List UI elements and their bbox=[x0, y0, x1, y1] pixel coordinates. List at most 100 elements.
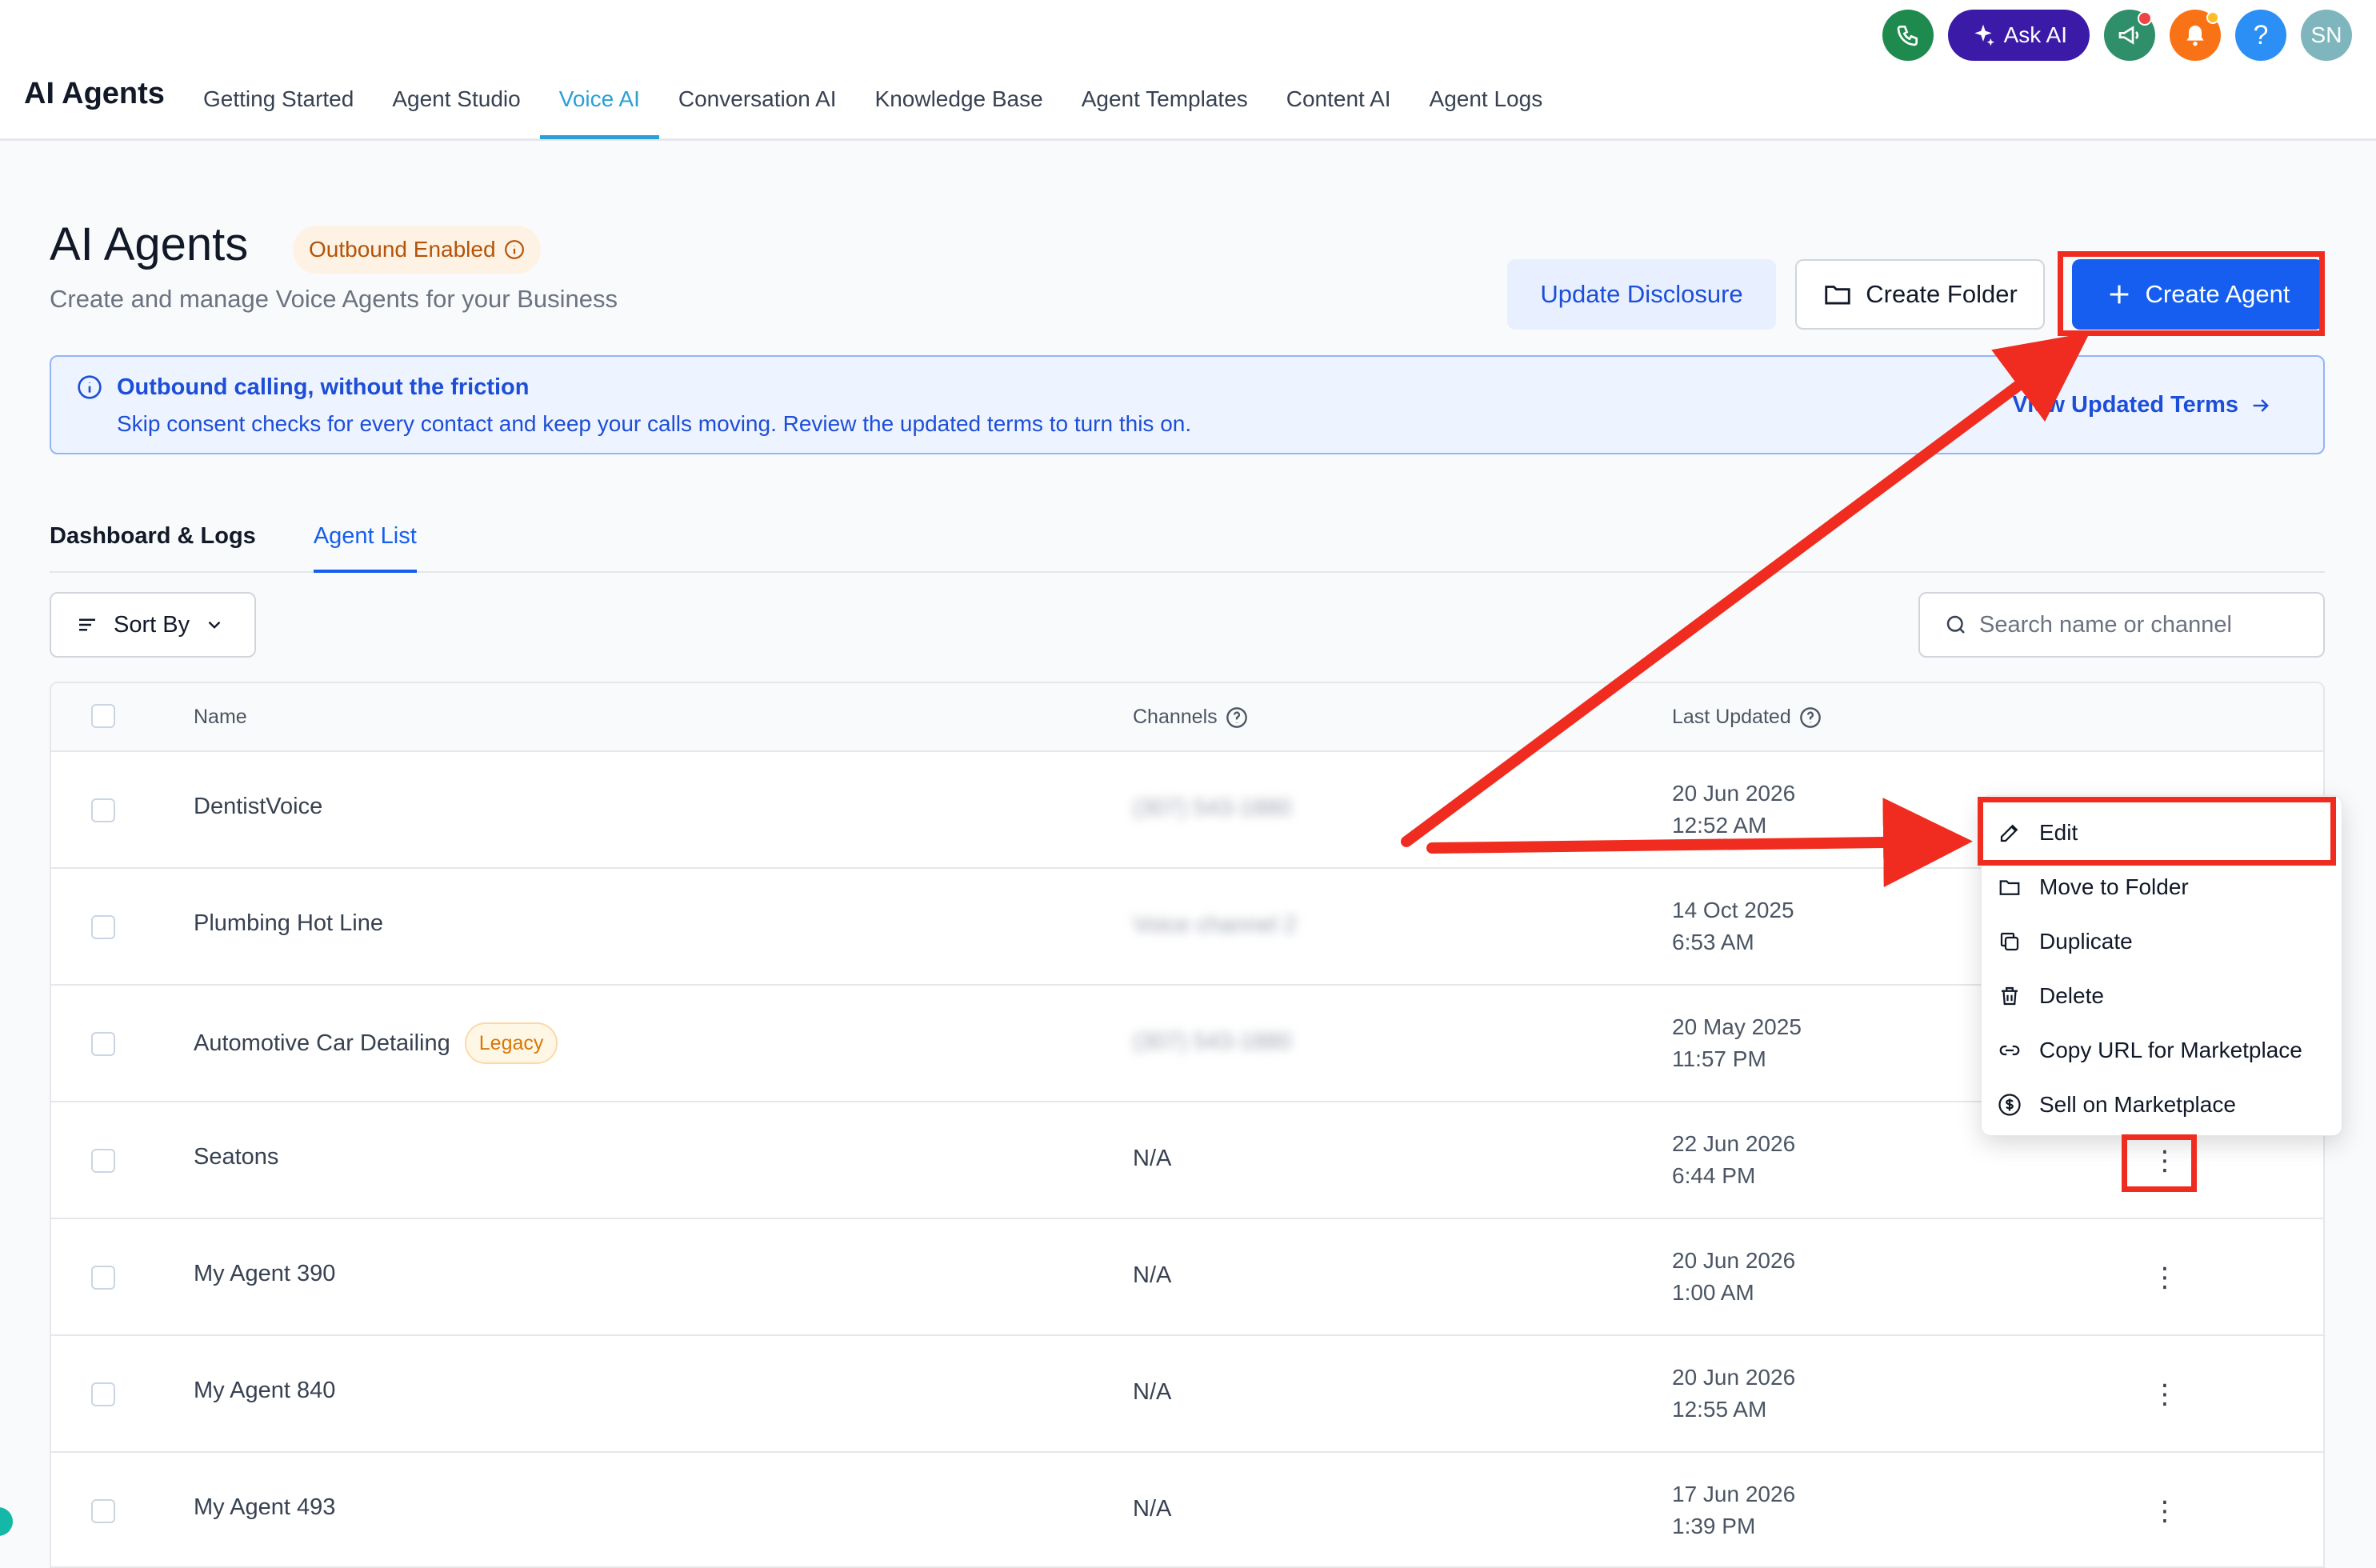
nav-tab-voice-ai[interactable]: Voice AI bbox=[539, 69, 659, 139]
create-folder-button[interactable]: Create Folder bbox=[1795, 259, 2045, 330]
help-circle-icon[interactable] bbox=[1799, 706, 1822, 729]
row-checkbox[interactable] bbox=[91, 1382, 115, 1406]
agent-name-text: Seatons bbox=[194, 1144, 279, 1170]
nav-tab-getting-started[interactable]: Getting Started bbox=[184, 69, 373, 139]
notifications-button[interactable] bbox=[2170, 10, 2221, 61]
column-name-label: Name bbox=[194, 706, 247, 728]
agent-channel: (307) 543-1880 bbox=[1133, 1029, 1292, 1054]
table-header: Name Channels Last Updated bbox=[51, 683, 2323, 752]
menu-item-label: Sell on Marketplace bbox=[2039, 1092, 2236, 1117]
help-icon: ? bbox=[2253, 19, 2269, 50]
agent-channel: N/A bbox=[1133, 1379, 1172, 1405]
more-options-icon[interactable]: ⋮ bbox=[2150, 1493, 2179, 1530]
last-updated-time: 12:52 AM bbox=[1672, 813, 1767, 838]
agent-name-text: My Agent 390 bbox=[194, 1261, 336, 1286]
last-updated-date: 20 Jun 2026 bbox=[1672, 1248, 1796, 1273]
agent-channel: N/A bbox=[1133, 1262, 1172, 1288]
sparkle-icon bbox=[1974, 24, 1994, 46]
last-updated-date: 14 Oct 2025 bbox=[1672, 898, 1794, 922]
menu-item-sell-on-marketplace[interactable]: Sell on Marketplace bbox=[1982, 1078, 2342, 1132]
menu-item-label: Delete bbox=[2039, 983, 2104, 1008]
tab-dashboard-logs[interactable]: Dashboard & Logs bbox=[50, 512, 256, 573]
info-icon[interactable] bbox=[504, 239, 525, 260]
column-header-name: Name bbox=[194, 706, 247, 729]
row-checkbox[interactable] bbox=[91, 1266, 115, 1290]
more-options-icon[interactable]: ⋮ bbox=[2150, 1259, 2179, 1296]
agent-name[interactable]: My Agent 493 bbox=[194, 1494, 335, 1521]
bell-icon bbox=[2186, 26, 2204, 46]
nav-tab-conversation-ai[interactable]: Conversation AI bbox=[659, 69, 856, 139]
folder-icon bbox=[1999, 880, 2020, 895]
search-box bbox=[1918, 592, 2325, 658]
announcements-button[interactable] bbox=[2104, 10, 2155, 61]
menu-item-move-to-folder[interactable]: Move to Folder bbox=[1982, 860, 2342, 914]
create-folder-label: Create Folder bbox=[1866, 280, 2018, 308]
info-icon bbox=[78, 375, 102, 399]
menu-item-label: Edit bbox=[2039, 820, 2078, 845]
column-channels-label: Channels bbox=[1133, 706, 1218, 728]
table-row[interactable]: My Agent 390 N/A 20 Jun 2026 1:00 AM ⋮ bbox=[51, 1219, 2323, 1336]
sort-by-dropdown[interactable]: Sort By bbox=[50, 592, 256, 658]
agent-name-text: My Agent 493 bbox=[194, 1494, 336, 1520]
menu-item-edit[interactable]: Edit bbox=[1982, 806, 2342, 860]
nav-tab-agent-templates[interactable]: Agent Templates bbox=[1062, 69, 1267, 139]
help-circle-icon[interactable] bbox=[1226, 706, 1248, 729]
table-row[interactable]: My Agent 840 N/A 20 Jun 2026 12:55 AM ⋮ bbox=[51, 1336, 2323, 1453]
agent-name[interactable]: Plumbing Hot Line bbox=[194, 910, 383, 937]
column-header-channels: Channels bbox=[1133, 706, 1248, 729]
help-button[interactable]: ? bbox=[2235, 10, 2286, 61]
legacy-badge: Legacy bbox=[464, 1022, 558, 1064]
nav-tab-agent-studio[interactable]: Agent Studio bbox=[373, 69, 539, 139]
agent-name[interactable]: My Agent 840 bbox=[194, 1378, 335, 1404]
nav-tab-knowledge-base[interactable]: Knowledge Base bbox=[856, 69, 1062, 139]
notification-dot bbox=[2138, 11, 2152, 26]
menu-item-copy-url[interactable]: Copy URL for Marketplace bbox=[1982, 1023, 2342, 1078]
agent-name[interactable]: Seatons bbox=[194, 1144, 278, 1170]
outbound-enabled-badge: Outbound Enabled bbox=[293, 226, 541, 274]
row-checkbox[interactable] bbox=[91, 1499, 115, 1523]
row-checkbox[interactable] bbox=[91, 915, 115, 939]
select-all-checkbox[interactable] bbox=[91, 704, 115, 728]
notification-dot bbox=[2206, 11, 2219, 24]
avatar[interactable]: SN bbox=[2301, 10, 2352, 61]
ask-ai-button[interactable]: Ask AI bbox=[1947, 10, 2090, 61]
more-options-icon[interactable]: ⋮ bbox=[2150, 1142, 2179, 1179]
create-agent-label: Create Agent bbox=[2145, 280, 2290, 308]
tab-agent-list[interactable]: Agent List bbox=[313, 512, 417, 573]
agent-channel: N/A bbox=[1133, 1146, 1172, 1171]
last-updated-date: 20 Jun 2026 bbox=[1672, 781, 1796, 806]
nav-tab-agent-logs[interactable]: Agent Logs bbox=[1410, 69, 1562, 139]
row-checkbox[interactable] bbox=[91, 798, 115, 822]
menu-item-label: Duplicate bbox=[2039, 929, 2133, 954]
nav-tabs: Getting Started Agent Studio Voice AI Co… bbox=[184, 69, 1562, 141]
menu-item-label: Copy URL for Marketplace bbox=[2039, 1038, 2302, 1062]
last-updated-date: 17 Jun 2026 bbox=[1672, 1482, 1796, 1506]
agent-name[interactable]: Automotive Car Detailing Legacy bbox=[194, 1022, 558, 1064]
view-updated-terms-link[interactable]: View Updated Terms bbox=[2012, 392, 2272, 418]
last-updated-time: 6:44 PM bbox=[1672, 1163, 1756, 1188]
create-agent-button[interactable]: Create Agent bbox=[2072, 259, 2323, 330]
search-input[interactable] bbox=[1979, 611, 2315, 638]
update-disclosure-button[interactable]: Update Disclosure bbox=[1507, 259, 1776, 330]
agent-name[interactable]: DentistVoice bbox=[194, 794, 322, 820]
more-options-icon[interactable]: ⋮ bbox=[2150, 1376, 2179, 1413]
menu-item-delete[interactable]: Delete bbox=[1982, 969, 2342, 1023]
update-disclosure-label: Update Disclosure bbox=[1540, 280, 1743, 308]
agent-name[interactable]: My Agent 390 bbox=[194, 1261, 335, 1287]
agent-name-text: My Agent 840 bbox=[194, 1378, 336, 1403]
row-checkbox[interactable] bbox=[91, 1032, 115, 1056]
phone-button[interactable] bbox=[1882, 10, 1934, 61]
page-title: AI Agents bbox=[50, 218, 249, 270]
copy-icon bbox=[2000, 932, 2019, 951]
banner-text: Skip consent checks for every contact an… bbox=[117, 411, 1192, 436]
nav-tab-content-ai[interactable]: Content AI bbox=[1267, 69, 1410, 139]
row-checkbox[interactable] bbox=[91, 1149, 115, 1173]
last-updated-time: 1:00 AM bbox=[1672, 1280, 1754, 1305]
side-widget-tab[interactable] bbox=[0, 1507, 13, 1536]
agent-name-text: Automotive Car Detailing bbox=[194, 1030, 450, 1056]
last-updated: 20 Jun 2026 12:55 AM bbox=[1672, 1362, 1795, 1426]
table-row[interactable]: My Agent 493 N/A 17 Jun 2026 1:39 PM ⋮ bbox=[51, 1453, 2323, 1566]
last-updated: 20 Jun 2026 1:00 AM bbox=[1672, 1245, 1795, 1309]
folder-icon bbox=[1825, 286, 1850, 305]
menu-item-duplicate[interactable]: Duplicate bbox=[1982, 914, 2342, 969]
